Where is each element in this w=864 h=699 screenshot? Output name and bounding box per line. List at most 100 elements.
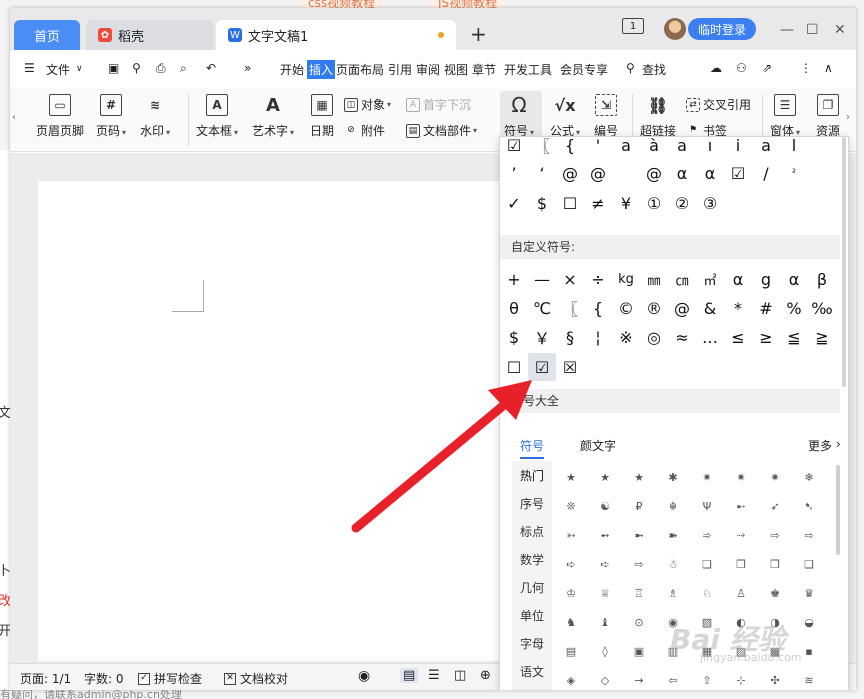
symbol-cell[interactable]: / <box>752 159 780 187</box>
library-symbol-cell[interactable]: ➷ <box>792 492 826 520</box>
library-symbol-cell[interactable]: ➽ <box>656 521 690 549</box>
format-painter-icon[interactable]: ⚲ <box>132 61 141 75</box>
library-symbol-cell[interactable]: ⊹ <box>724 666 758 690</box>
library-symbol-cell[interactable]: ➪ <box>554 550 588 578</box>
symbol-cell[interactable]: % <box>780 294 808 322</box>
library-symbol-cell[interactable]: ★ <box>622 463 656 491</box>
symbol-cell[interactable]: ㎡ <box>696 265 724 293</box>
minimize-button[interactable]: — <box>780 22 794 38</box>
print-icon[interactable]: ⎙ <box>156 61 166 76</box>
more-link[interactable]: 更多 <box>808 437 832 454</box>
symbol-cell[interactable]: ≠ <box>584 189 612 217</box>
library-scrollbar[interactable] <box>836 465 840 555</box>
symbol-cell[interactable]: { <box>584 294 612 322</box>
symbol-cell[interactable]: & <box>696 294 724 322</box>
library-symbol-cell[interactable]: ⇦ <box>656 666 690 690</box>
tab-kaomoji[interactable]: 颜文字 <box>580 437 616 454</box>
library-symbol-cell[interactable]: ⇨ <box>758 521 792 549</box>
category-item[interactable]: 数学 <box>520 551 544 568</box>
menu-member[interactable]: 会员专享 <box>560 61 608 78</box>
symbol-cell[interactable]: α <box>696 159 724 187</box>
symbol-cell[interactable]: à <box>640 137 668 159</box>
proofread-button[interactable]: ✕ 文档校对 <box>224 670 288 687</box>
symbol-cell[interactable]: α <box>780 265 808 293</box>
category-item[interactable]: 语文 <box>520 663 544 680</box>
library-symbol-cell[interactable]: → <box>622 666 656 690</box>
outline-view-icon[interactable]: ☰ <box>428 668 440 683</box>
symbol-cell[interactable]: ’ <box>500 159 528 187</box>
library-symbol-cell[interactable]: ⇨ <box>622 550 656 578</box>
menu-reference[interactable]: 引用 <box>388 61 412 78</box>
library-symbol-cell[interactable]: ◊ <box>588 637 622 665</box>
symbol-cell[interactable]: 〖 <box>528 137 556 159</box>
tab-document[interactable]: W 文字文稿1 <box>216 20 456 50</box>
tab-home[interactable]: 首页 <box>14 20 80 50</box>
symbol-cell[interactable]: ' <box>584 137 612 159</box>
symbol-cell[interactable]: θ <box>500 294 528 322</box>
formula-button[interactable]: √x 公式 ▾ <box>550 94 580 139</box>
symbol-cell[interactable]: ‘ <box>528 159 556 187</box>
symbol-cell[interactable]: ¥ <box>612 189 640 217</box>
ribbon-scroll-left-icon[interactable]: ‹ <box>12 112 16 123</box>
symbol-cell[interactable]: ÷ <box>584 265 612 293</box>
symbol-cell[interactable]: ☒ <box>556 353 584 381</box>
library-symbol-cell[interactable]: ♕ <box>588 579 622 607</box>
library-symbol-cell[interactable]: ⇧ <box>690 666 724 690</box>
symbol-cell[interactable]: α <box>668 159 696 187</box>
more-icon[interactable]: ⋮ <box>800 61 812 75</box>
library-symbol-cell[interactable]: ➼ <box>622 521 656 549</box>
symbol-cell[interactable]: ② <box>668 189 696 217</box>
library-symbol-cell[interactable]: ✷ <box>724 463 758 491</box>
library-symbol-cell[interactable]: ❒ <box>758 550 792 578</box>
symbol-cell[interactable]: a <box>752 137 780 159</box>
library-symbol-cell[interactable]: ♛ <box>792 579 826 607</box>
object-button[interactable]: ◫ 对象 ▾ <box>344 96 391 113</box>
page-view-icon[interactable]: ▤ <box>400 668 419 683</box>
symbol-cell[interactable]: ı <box>696 137 724 159</box>
symbol-cell[interactable]: i <box>724 137 752 159</box>
symbol-cell[interactable]: β <box>808 265 836 293</box>
symbol-cell[interactable]: $ <box>500 323 528 351</box>
symbol-cell[interactable]: ￥ <box>528 323 556 351</box>
library-symbol-cell[interactable]: ♘ <box>690 579 724 607</box>
menu-layout[interactable]: 页面布局 <box>336 61 384 78</box>
page-number-button[interactable]: # 页码 ▾ <box>96 94 126 139</box>
library-symbol-cell[interactable]: ☯ <box>588 492 622 520</box>
library-symbol-cell[interactable]: ✷ <box>690 463 724 491</box>
library-symbol-cell[interactable]: ❏ <box>690 550 724 578</box>
numbering-button[interactable]: ⇲ 编号 <box>594 94 618 139</box>
library-symbol-cell[interactable]: ❐ <box>724 550 758 578</box>
ribbon-scroll-right-icon[interactable]: › <box>846 112 850 123</box>
library-symbol-cell[interactable]: ➾ <box>690 521 724 549</box>
share-user-icon[interactable]: ⚇ <box>736 61 747 75</box>
symbol-cell[interactable]: ✓ <box>500 189 528 217</box>
library-symbol-cell[interactable]: ◇ <box>588 666 622 690</box>
symbol-cell[interactable]: + <box>500 265 528 293</box>
menu-chapter[interactable]: 章节 <box>472 61 496 78</box>
symbol-cell[interactable]: ² <box>780 159 808 187</box>
library-symbol-cell[interactable]: ♗ <box>656 579 690 607</box>
symbol-cell[interactable]: ¦ <box>584 323 612 351</box>
menu-home[interactable]: 开始 <box>280 61 304 78</box>
symbol-cell[interactable]: 〖 <box>556 294 584 322</box>
close-button[interactable]: ✕ <box>834 22 846 38</box>
symbol-cell[interactable]: ≥ <box>752 323 780 351</box>
symbol-cell[interactable]: ® <box>640 294 668 322</box>
category-item[interactable]: 单位 <box>520 607 544 624</box>
symbol-cell[interactable]: α <box>724 265 752 293</box>
symbol-cell[interactable]: ☑ <box>500 137 528 159</box>
category-item[interactable]: 字母 <box>520 635 544 652</box>
resources-button[interactable]: ❐ 资源 <box>816 94 840 139</box>
symbol-cell[interactable]: ‰ <box>808 294 836 322</box>
library-symbol-cell[interactable]: ♖ <box>622 579 656 607</box>
symbol-cell[interactable]: ≤ <box>724 323 752 351</box>
date-button[interactable]: ▦ 日期 <box>310 94 334 139</box>
symbol-cell[interactable]: $ <box>528 189 556 217</box>
redo-more-icon[interactable]: » <box>244 61 251 75</box>
spell-check-toggle[interactable]: ✓ 拼写检查 <box>138 670 202 687</box>
symbol-cell[interactable]: × <box>556 265 584 293</box>
symbol-cell[interactable]: ≈ <box>668 323 696 351</box>
symbol-cell[interactable]: — <box>528 265 556 293</box>
header-footer-button[interactable]: ▭ 页眉页脚 <box>36 94 84 139</box>
symbol-cell[interactable]: @ <box>640 159 668 187</box>
